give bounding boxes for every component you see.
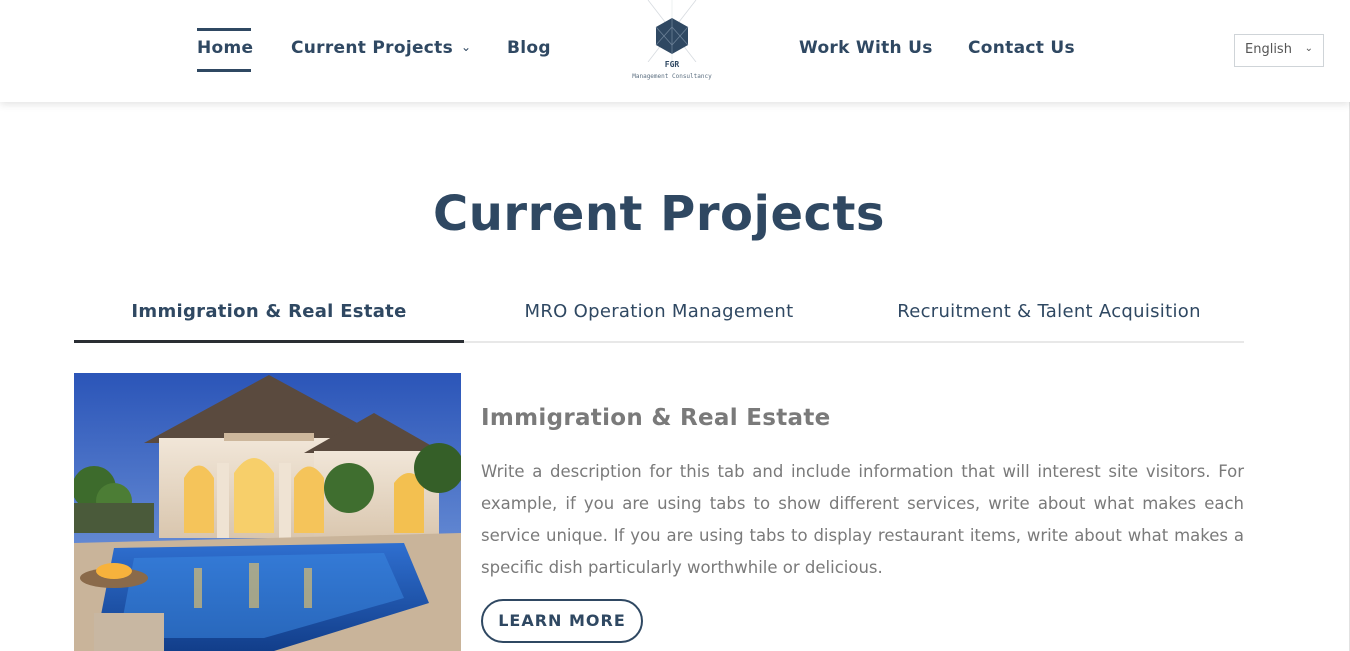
logo-hexagon-icon	[647, 0, 697, 63]
logo-tagline: Management Consultancy	[632, 73, 712, 80]
page-title: Current Projects	[433, 186, 885, 242]
project-tabs: Immigration & Real Estate MRO Operation …	[74, 280, 1244, 343]
home-active-indicator-bottom	[197, 69, 251, 72]
project-image	[74, 373, 461, 651]
tab-mro-operation-management[interactable]: MRO Operation Management	[464, 280, 854, 343]
language-selected-value: English	[1245, 42, 1292, 57]
tab-immigration-real-estate[interactable]: Immigration & Real Estate	[74, 280, 464, 343]
chevron-down-icon: ⌄	[461, 40, 472, 54]
nav-current-projects-label: Current Projects	[291, 38, 454, 58]
site-header: Home Current Projects ⌄ Blog FGR Manageme…	[0, 0, 1350, 102]
content-title: Immigration & Real Estate	[481, 405, 831, 431]
nav-contact-us[interactable]: Contact Us	[968, 38, 1075, 58]
content-description: Write a description for this tab and inc…	[481, 462, 1244, 577]
home-active-indicator-top	[197, 28, 251, 31]
learn-more-button[interactable]: LEARN MORE	[481, 599, 643, 643]
logo-text: FGR	[664, 60, 680, 69]
tab-recruitment-talent-acquisition[interactable]: Recruitment & Talent Acquisition	[854, 280, 1244, 343]
nav-home[interactable]: Home	[197, 38, 253, 58]
language-select[interactable]: English ⌄	[1234, 34, 1324, 67]
chevron-down-icon: ⌄	[1304, 43, 1313, 54]
site-logo[interactable]: FGR Management Consultancy	[624, 0, 720, 86]
nav-current-projects[interactable]: Current Projects ⌄	[291, 38, 471, 58]
nav-blog[interactable]: Blog	[507, 38, 551, 58]
nav-work-with-us[interactable]: Work With Us	[799, 38, 933, 58]
